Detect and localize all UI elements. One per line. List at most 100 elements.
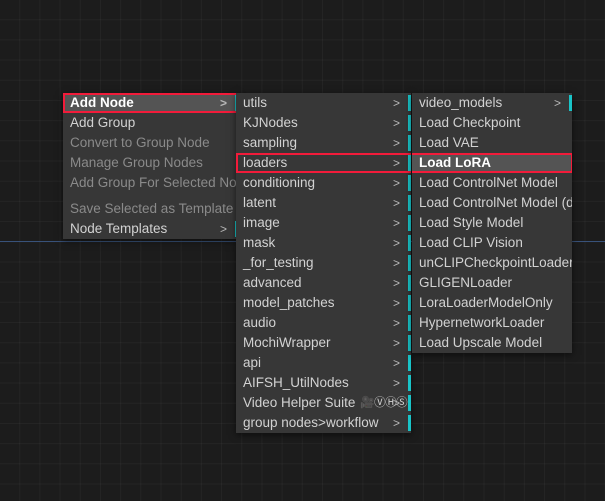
chevron-right-icon: >	[392, 216, 400, 230]
context-menu-loaders[interactable]: video_models > Load Checkpoint Load VAE Load…	[412, 93, 572, 353]
chevron-right-icon: >	[392, 336, 400, 350]
submenu-indicator-tick	[408, 115, 411, 131]
menu-item-label: _for_testing	[243, 255, 314, 270]
submenu-indicator-tick	[408, 415, 411, 431]
loader-hypernetworkloader[interactable]: HypernetworkLoader	[412, 313, 572, 333]
menu-item-label: video_models	[419, 95, 503, 110]
loader-gligenloader[interactable]: GLIGENLoader	[412, 273, 572, 293]
category-latent[interactable]: latent >	[236, 193, 411, 213]
menu-item-label: api	[243, 355, 262, 370]
category-api[interactable]: api >	[236, 353, 411, 373]
menu-item-label: Load VAE	[419, 135, 479, 150]
menu-item-label: Load LoRA	[419, 155, 491, 170]
menu-item-label: image	[243, 215, 280, 230]
context-menu-node-categories[interactable]: utils > KJNodes > sampling > loaders > condition…	[236, 93, 411, 433]
chevron-right-icon: >	[553, 96, 561, 110]
category-conditioning[interactable]: conditioning >	[236, 173, 411, 193]
loader-loraloadermodelonly[interactable]: LoraLoaderModelOnly	[412, 293, 572, 313]
submenu-indicator-tick	[408, 255, 411, 271]
chevron-right-icon: >	[219, 96, 227, 110]
chevron-right-icon: >	[392, 116, 400, 130]
menu-item-node-templates[interactable]: Node Templates >	[63, 219, 238, 239]
loader-load-controlnet-model[interactable]: Load ControlNet Model	[412, 173, 572, 193]
chevron-right-icon: >	[392, 396, 400, 410]
category-audio[interactable]: audio >	[236, 313, 411, 333]
menu-item-add-node[interactable]: Add Node >	[63, 93, 238, 113]
menu-item-label: Load Style Model	[419, 215, 524, 230]
submenu-indicator-tick	[408, 155, 411, 171]
submenu-indicator-tick	[408, 355, 411, 371]
submenu-indicator-tick	[408, 135, 411, 151]
menu-item-label: Node Templates	[70, 221, 168, 236]
submenu-indicator-tick	[408, 395, 411, 411]
category-group-nodes-workflow[interactable]: group nodes>workflow >	[236, 413, 411, 433]
category-kjnodes[interactable]: KJNodes >	[236, 113, 411, 133]
menu-item-label: Add Node	[70, 95, 134, 110]
menu-item-label: sampling	[243, 135, 298, 150]
loader-load-lora[interactable]: Load LoRA	[412, 153, 572, 173]
loader-load-upscale-model[interactable]: Load Upscale Model	[412, 333, 572, 353]
loader-load-checkpoint[interactable]: Load Checkpoint	[412, 113, 572, 133]
menu-item-label: Add Group For Selected Nodes	[70, 175, 238, 190]
category-mochiwrapper[interactable]: MochiWrapper >	[236, 333, 411, 353]
loader-unclipcheckpointloader[interactable]: unCLIPCheckpointLoader	[412, 253, 572, 273]
menu-item-label: Add Group	[70, 115, 136, 130]
chevron-right-icon: >	[392, 236, 400, 250]
chevron-right-icon: >	[392, 376, 400, 390]
chevron-right-icon: >	[392, 196, 400, 210]
category-video-helper-suite[interactable]: Video Helper Suite 🎥ⓋⒽⓈ >	[236, 393, 411, 413]
submenu-indicator-tick	[408, 95, 411, 111]
menu-item-save-selected-as-template: Save Selected as Template	[63, 199, 238, 219]
menu-item-label: audio	[243, 315, 277, 330]
chevron-right-icon: >	[392, 356, 400, 370]
category-advanced[interactable]: advanced >	[236, 273, 411, 293]
submenu-indicator-tick	[408, 175, 411, 191]
menu-item-label: Load ControlNet Model	[419, 175, 558, 190]
category-aifsh-utilnodes[interactable]: AIFSH_UtilNodes >	[236, 373, 411, 393]
chevron-right-icon: >	[392, 176, 400, 190]
loader-load-style-model[interactable]: Load Style Model	[412, 213, 572, 233]
chevron-right-icon: >	[219, 222, 227, 236]
submenu-indicator-tick	[408, 235, 411, 251]
category-loaders[interactable]: loaders >	[236, 153, 411, 173]
category-mask[interactable]: mask >	[236, 233, 411, 253]
menu-item-label: Video Helper Suite	[243, 395, 356, 410]
menu-item-manage-group-nodes: Manage Group Nodes	[63, 153, 238, 173]
chevron-right-icon: >	[392, 276, 400, 290]
loader-load-vae[interactable]: Load VAE	[412, 133, 572, 153]
category-sampling[interactable]: sampling >	[236, 133, 411, 153]
menu-item-label: latent	[243, 195, 277, 210]
menu-item-label: loaders	[243, 155, 288, 170]
menu-item-add-group[interactable]: Add Group	[63, 113, 238, 133]
category-for-testing[interactable]: _for_testing >	[236, 253, 411, 273]
menu-item-label: Load ControlNet Model (diff)	[419, 195, 572, 210]
category-model-patches[interactable]: model_patches >	[236, 293, 411, 313]
menu-item-convert-to-group-node: Convert to Group Node	[63, 133, 238, 153]
menu-item-label: Manage Group Nodes	[70, 155, 203, 170]
submenu-indicator-tick	[408, 375, 411, 391]
chevron-right-icon: >	[392, 256, 400, 270]
menu-item-label: model_patches	[243, 295, 335, 310]
menu-item-label: advanced	[243, 275, 302, 290]
menu-item-label: GLIGENLoader	[419, 275, 513, 290]
menu-item-label: Convert to Group Node	[70, 135, 210, 150]
submenu-indicator-tick	[569, 95, 572, 111]
context-menu-root[interactable]: Add Node > Add Group Convert to Group Node M…	[63, 93, 238, 239]
loader-load-clip-vision[interactable]: Load CLIP Vision	[412, 233, 572, 253]
menu-item-label: conditioning	[243, 175, 316, 190]
chevron-right-icon: >	[392, 316, 400, 330]
loader-load-controlnet-model-diff[interactable]: Load ControlNet Model (diff)	[412, 193, 572, 213]
menu-item-label: group nodes>workflow	[243, 415, 379, 430]
chevron-right-icon: >	[392, 296, 400, 310]
chevron-right-icon: >	[392, 96, 400, 110]
submenu-indicator-tick	[408, 295, 411, 311]
menu-item-label: AIFSH_UtilNodes	[243, 375, 349, 390]
menu-item-label: LoraLoaderModelOnly	[419, 295, 553, 310]
category-utils[interactable]: utils >	[236, 93, 411, 113]
category-image[interactable]: image >	[236, 213, 411, 233]
chevron-right-icon: >	[392, 136, 400, 150]
loader-video-models[interactable]: video_models >	[412, 93, 572, 113]
menu-item-add-group-for-selected-nodes: Add Group For Selected Nodes	[63, 173, 238, 193]
menu-item-label: KJNodes	[243, 115, 298, 130]
submenu-indicator-tick	[408, 195, 411, 211]
